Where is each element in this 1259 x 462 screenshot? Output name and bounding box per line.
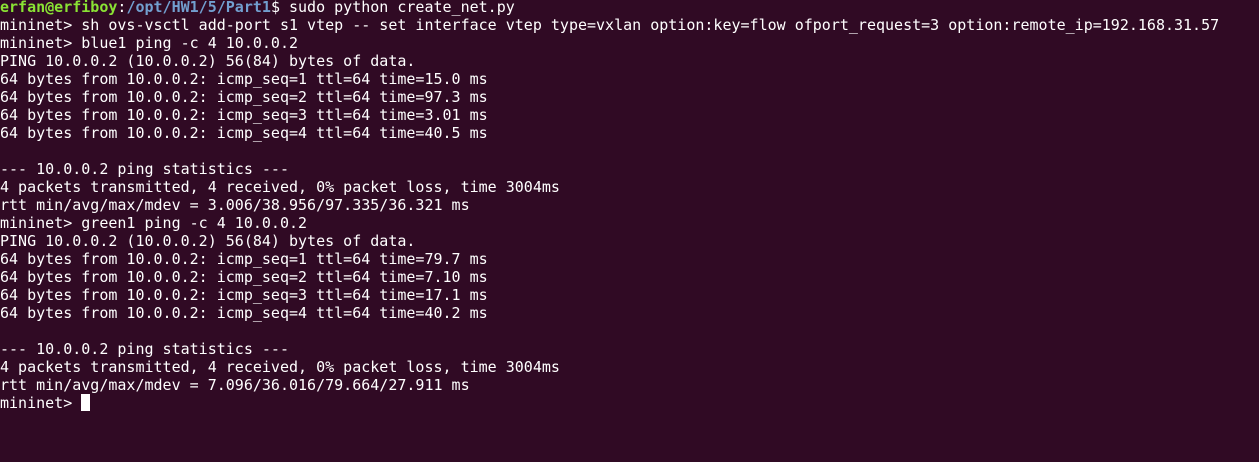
prompt-symbol: $ — [270, 0, 289, 16]
output-line: PING 10.0.0.2 (10.0.0.2) 56(84) bytes of… — [0, 232, 416, 250]
prompt-cwd: /opt/HW1/5/Part1 — [126, 0, 271, 16]
output-line: 64 bytes from 10.0.0.2: icmp_seq=2 ttl=6… — [0, 88, 488, 106]
output-line: 64 bytes from 10.0.0.2: icmp_seq=1 ttl=6… — [0, 70, 488, 88]
output-line: 64 bytes from 10.0.0.2: icmp_seq=2 ttl=6… — [0, 268, 488, 286]
shell-prompt-line: erfan@erfiboy:/opt/HW1/5/Part1$ sudo pyt… — [0, 0, 1259, 16]
output-line: 64 bytes from 10.0.0.2: icmp_seq=4 ttl=6… — [0, 124, 488, 142]
output-line: rtt min/avg/max/mdev = 3.006/38.956/97.3… — [0, 196, 470, 214]
output-line: --- 10.0.0.2 ping statistics --- — [0, 340, 289, 358]
output-line: mininet> sh ovs-vsctl add-port s1 vtep -… — [0, 16, 1220, 34]
output-line: 64 bytes from 10.0.0.2: icmp_seq=3 ttl=6… — [0, 286, 488, 304]
output-line: --- 10.0.0.2 ping statistics --- — [0, 160, 289, 178]
output-line: 64 bytes from 10.0.0.2: icmp_seq=3 ttl=6… — [0, 106, 488, 124]
text-cursor — [81, 394, 91, 411]
output-line: 4 packets transmitted, 4 received, 0% pa… — [0, 358, 560, 376]
output-line: mininet> green1 ping -c 4 10.0.0.2 — [0, 214, 308, 232]
output-line: rtt min/avg/max/mdev = 7.096/36.016/79.6… — [0, 376, 470, 394]
output-line: 64 bytes from 10.0.0.2: icmp_seq=1 ttl=6… — [0, 250, 488, 268]
terminal-window[interactable]: erfan@erfiboy:/opt/HW1/5/Part1$ sudo pyt… — [0, 0, 1259, 462]
mininet-prompt: mininet> — [0, 394, 82, 412]
mininet-input-line[interactable]: mininet> — [0, 394, 1259, 412]
output-line: 4 packets transmitted, 4 received, 0% pa… — [0, 178, 560, 196]
output-line: mininet> blue1 ping -c 4 10.0.0.2 — [0, 34, 299, 52]
prompt-user-host: erfan@erfiboy — [0, 0, 118, 16]
output-line: PING 10.0.0.2 (10.0.0.2) 56(84) bytes of… — [0, 52, 416, 70]
prompt-command: sudo python create_net.py — [289, 0, 515, 16]
output-line: 64 bytes from 10.0.0.2: icmp_seq=4 ttl=6… — [0, 304, 488, 322]
